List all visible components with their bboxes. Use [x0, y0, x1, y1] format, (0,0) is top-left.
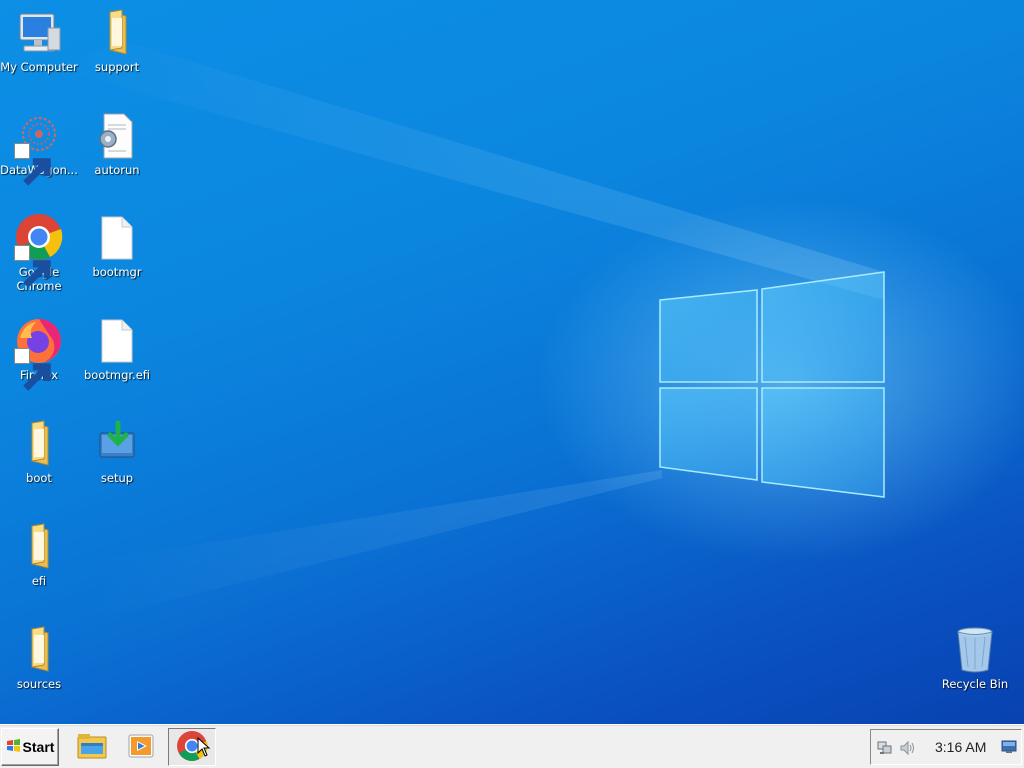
desktop-icon-datawagon[interactable]: DataWagon... — [0, 111, 78, 186]
folder-icon — [92, 8, 142, 58]
desktop-icon-autorun[interactable]: autorun — [78, 111, 156, 177]
shortcut-arrow-icon — [14, 143, 51, 186]
desktop-icon-setup[interactable]: setup — [78, 419, 156, 485]
network-icon[interactable] — [877, 740, 893, 759]
file-icon — [92, 316, 142, 366]
start-button[interactable]: Start — [1, 728, 59, 766]
desktop-icon-my-computer[interactable]: My Computer — [0, 8, 78, 74]
icon-label: sources — [16, 677, 62, 691]
desktop-icon-efi[interactable]: efi — [0, 522, 78, 588]
taskbar: Start 3:16 AM — [0, 724, 1024, 768]
desktop[interactable]: My Computer DataWagon... Google Chrome F… — [0, 0, 1024, 724]
firefox-icon — [14, 316, 64, 391]
desktop-icon-google-chrome[interactable]: Google Chrome — [0, 213, 78, 293]
desktop-icon-firefox[interactable]: Firefox — [0, 316, 78, 391]
icon-label: My Computer — [0, 60, 78, 74]
taskbar-media-player[interactable] — [117, 728, 165, 766]
shortcut-arrow-icon — [14, 348, 51, 391]
desktop-icon-bootmgr-efi[interactable]: bootmgr.efi — [78, 316, 156, 382]
icon-label: setup — [100, 471, 134, 485]
icon-label: efi — [31, 574, 47, 588]
settings-file-icon — [92, 111, 142, 161]
icon-label: support — [94, 60, 140, 74]
desktop-icon-bootmgr[interactable]: bootmgr — [78, 213, 156, 279]
volume-icon[interactable] — [899, 740, 917, 759]
desktop-icon-boot[interactable]: boot — [0, 419, 78, 485]
taskbar-file-explorer[interactable] — [68, 728, 116, 766]
desktop-icon-recycle-bin[interactable]: Recycle Bin — [936, 625, 1014, 691]
file-explorer-icon — [75, 729, 109, 766]
shortcut-arrow-icon — [14, 245, 51, 288]
desktop-icon-support[interactable]: support — [78, 8, 156, 74]
computer-icon — [14, 8, 64, 58]
icon-label: boot — [26, 471, 52, 485]
desktop-icon[interactable] — [1001, 740, 1017, 757]
file-icon — [92, 213, 142, 263]
recycle-bin-icon — [950, 625, 1000, 675]
clock[interactable]: 3:16 AM — [935, 739, 986, 755]
windows-flag-icon — [6, 738, 21, 756]
mouse-cursor-icon — [197, 737, 211, 757]
folder-icon — [14, 522, 64, 572]
chrome-icon — [14, 213, 64, 288]
folder-icon — [14, 625, 64, 675]
media-player-icon — [126, 731, 156, 764]
datawagon-icon — [14, 111, 64, 186]
start-label: Start — [22, 739, 55, 755]
system-tray: 3:16 AM — [870, 729, 1022, 765]
icon-label: bootmgr.efi — [83, 368, 151, 382]
setup-icon — [92, 419, 142, 469]
icon-label: autorun — [94, 163, 140, 177]
folder-icon — [14, 419, 64, 469]
icon-label: bootmgr — [92, 265, 142, 279]
desktop-icon-sources[interactable]: sources — [0, 625, 78, 691]
icon-label: Recycle Bin — [941, 677, 1009, 691]
